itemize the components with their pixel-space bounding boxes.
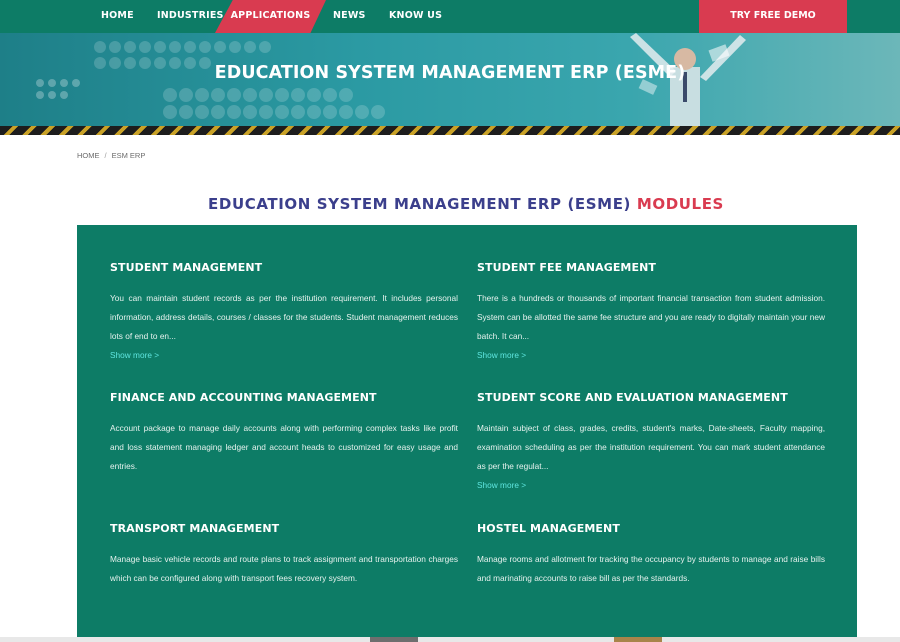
module-transport-management: TRANSPORT MANAGEMENT Manage basic vehicl…	[110, 522, 458, 588]
section-title-accent: MODULES	[636, 195, 724, 213]
module-description: You can maintain student records as per …	[110, 293, 458, 341]
nav-applications[interactable]: APPLICATIONS	[215, 0, 326, 33]
modules-section-title: EDUCATION SYSTEM MANAGEMENT ERP (ESME) M…	[0, 195, 900, 213]
nav-home[interactable]: HOME	[101, 0, 134, 33]
hazard-stripe-divider	[0, 126, 900, 135]
module-title: TRANSPORT MANAGEMENT	[110, 522, 280, 535]
module-student-management: STUDENT MANAGEMENT You can maintain stud…	[110, 261, 458, 365]
show-more-link[interactable]: Show more >	[110, 346, 458, 365]
nav-news[interactable]: NEWS	[333, 0, 366, 33]
breadcrumb-home-link[interactable]: HOME	[77, 151, 100, 160]
module-description: Account package to manage daily accounts…	[110, 423, 458, 471]
module-description: Manage rooms and allotment for tracking …	[477, 554, 825, 583]
module-finance-accounting: FINANCE AND ACCOUNTING MANAGEMENT Accoun…	[110, 391, 458, 476]
nav-applications-label: APPLICATIONS	[230, 10, 311, 21]
show-more-link[interactable]: Show more >	[477, 476, 825, 495]
module-score-evaluation: STUDENT SCORE AND EVALUATION MANAGEMENT …	[477, 391, 825, 495]
section-title-main: EDUCATION SYSTEM MANAGEMENT ERP (ESME)	[208, 195, 631, 213]
show-more-link[interactable]: Show more >	[477, 346, 825, 365]
module-title: HOSTEL MANAGEMENT	[477, 522, 620, 535]
hero-banner: EDUCATION SYSTEM MANAGEMENT ERP (ESME)	[0, 33, 900, 126]
bottom-edge-bar	[0, 637, 900, 642]
module-description: There is a hundreds or thousands of impo…	[477, 293, 825, 341]
module-title: STUDENT FEE MANAGEMENT	[477, 261, 657, 274]
module-student-fee-management: STUDENT FEE MANAGEMENT There is a hundre…	[477, 261, 825, 365]
module-description: Maintain subject of class, grades, credi…	[477, 423, 825, 471]
module-hostel-management: HOSTEL MANAGEMENT Manage rooms and allot…	[477, 522, 825, 588]
nav-know-us[interactable]: KNOW US	[389, 0, 442, 33]
try-free-demo-button[interactable]: TRY FREE DEMO	[699, 0, 847, 33]
top-navigation: HOME INDUSTRIES APPLICATIONS NEWS KNOW U…	[0, 0, 900, 33]
breadcrumb-current: ESM ERP	[111, 151, 146, 160]
bottom-edge-segment	[370, 637, 418, 642]
hero-title: EDUCATION SYSTEM MANAGEMENT ERP (ESME)	[214, 63, 686, 83]
bottom-edge-segment	[614, 637, 662, 642]
breadcrumb-separator: /	[104, 151, 107, 160]
module-title: STUDENT SCORE AND EVALUATION MANAGEMENT	[477, 391, 788, 404]
module-title: STUDENT MANAGEMENT	[110, 261, 263, 274]
modules-panel: STUDENT MANAGEMENT You can maintain stud…	[77, 225, 857, 642]
nav-industries[interactable]: INDUSTRIES	[157, 0, 224, 33]
breadcrumb: HOME / ESM ERP	[77, 151, 145, 160]
module-title: FINANCE AND ACCOUNTING MANAGEMENT	[110, 391, 377, 404]
module-description: Manage basic vehicle records and route p…	[110, 554, 458, 583]
